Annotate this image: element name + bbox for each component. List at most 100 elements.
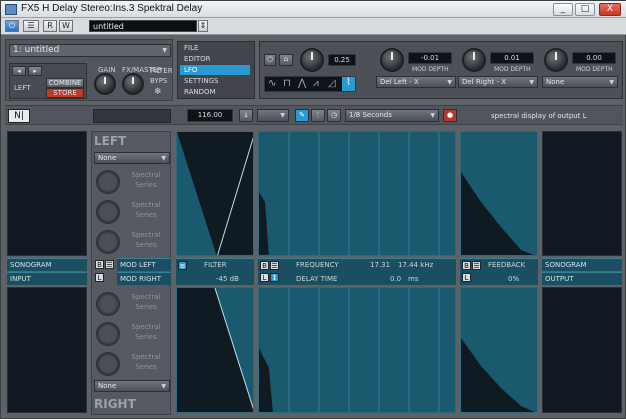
preset-name-field[interactable]: untitled	[89, 20, 197, 32]
write-button[interactable]: W	[59, 20, 73, 32]
feedback-strip: B ☰ L FEEDBACK 0%	[460, 258, 538, 285]
lfo-rate-value[interactable]: 0.25	[328, 54, 356, 66]
minimize-button[interactable]: _	[553, 3, 573, 16]
alert-icon[interactable]: ●	[443, 109, 457, 122]
host-toolbar: ⏻ ☰ R W untitled ⇕	[1, 18, 626, 35]
menu-icon[interactable]: ☰	[23, 20, 39, 32]
preset-panel: 1: untitled ◂ ▸ COMBINE STORE LEFT GAIN …	[5, 39, 173, 101]
wave-triangle-icon[interactable]: ⋀	[298, 78, 306, 89]
mod-b-destination[interactable]: Del Right - X	[458, 76, 538, 88]
freq-l-toggle[interactable]: L	[260, 273, 269, 282]
delay-spectrum-bottom[interactable]	[258, 287, 456, 413]
mod-menu-icon[interactable]: ☰	[105, 260, 114, 269]
left-slot-3-knob[interactable]	[96, 230, 120, 254]
right-slot-3-label: Spectral Series	[131, 353, 161, 371]
read-button[interactable]: R	[43, 20, 57, 32]
arrow-right-button[interactable]: ▸	[28, 66, 42, 76]
mod-a-value[interactable]: -0.01	[408, 52, 452, 64]
close-button[interactable]: X	[599, 3, 621, 16]
wave-saw-icon[interactable]: ⩘	[313, 78, 319, 89]
filter-graph-bottom[interactable]	[176, 287, 254, 413]
filter-curve-top	[177, 132, 253, 255]
feedback-value: 0%	[508, 275, 520, 283]
filter-toggle-icon[interactable]: ≡	[178, 261, 187, 270]
lfo-sync-icon[interactable]: ⌂	[279, 54, 293, 66]
menu-item-settings[interactable]: SETTINGS	[180, 76, 250, 87]
output-label: OUTPUT	[542, 272, 622, 285]
menu-item-lfo[interactable]: LFO	[180, 65, 250, 76]
plugin-window: FX5 H Delay Stereo:Ins.3 Spektral Delay …	[0, 0, 626, 419]
left-slot-3-label: Spectral Series	[131, 231, 161, 249]
pencil-icon[interactable]: ✎	[295, 109, 309, 122]
mod-c-knob[interactable]	[544, 48, 568, 72]
combine-button[interactable]: COMBINE	[46, 78, 84, 88]
mod-b-value[interactable]: 0.01	[490, 52, 534, 64]
maximize-button[interactable]: □	[575, 3, 595, 16]
section-menu: FILE EDITOR LFO SETTINGS RANDOM	[177, 41, 255, 99]
filter-curve-bottom	[177, 288, 253, 412]
left-slot-1-label: Spectral Series	[131, 171, 161, 189]
left-slot-2-label: Spectral Series	[131, 201, 161, 219]
gain-knob[interactable]	[94, 73, 116, 95]
menu-item-editor[interactable]: EDITOR	[180, 54, 250, 65]
bypass-toggle-label: BYPS	[150, 77, 168, 85]
preset-select[interactable]: 1: untitled	[9, 44, 171, 57]
arrow-left-button[interactable]: ◂	[12, 66, 26, 76]
mod-b-knob[interactable]	[462, 48, 486, 72]
frequency-high-value: 17.44 kHz	[398, 261, 434, 269]
left-slot-dropdown[interactable]: None	[94, 152, 170, 164]
metronome-icon[interactable]: ⍋	[239, 109, 253, 122]
filter-graph-top[interactable]	[176, 131, 254, 256]
fb-l-toggle[interactable]: L	[462, 273, 471, 282]
wave-random-icon[interactable]: ⌇	[342, 77, 355, 91]
delay-time-label: DELAY TIME	[296, 275, 338, 283]
left-slot-1-knob[interactable]	[96, 170, 120, 194]
level-meter	[93, 109, 171, 123]
menu-item-random[interactable]: RANDOM	[180, 87, 250, 98]
snowflake-icon[interactable]: ❄	[154, 87, 162, 97]
combine-small-label: LEFT	[14, 84, 31, 92]
delay-spectrum-top[interactable]	[258, 131, 456, 256]
mod-a-destination[interactable]: Del Left - X	[376, 76, 456, 88]
ni-logo: N|	[8, 109, 30, 123]
preset-browse-icon[interactable]: ⇕	[198, 20, 208, 32]
wave-ramp-icon[interactable]: ◿	[328, 78, 336, 89]
feedback-graph-bottom[interactable]	[460, 287, 538, 413]
fb-menu-icon[interactable]: ☰	[472, 261, 481, 270]
fx-master-knob[interactable]	[122, 73, 144, 95]
combine-group: ◂ ▸ COMBINE STORE LEFT	[9, 63, 87, 99]
right-slot-dropdown[interactable]: None	[94, 380, 170, 392]
wave-square-icon[interactable]: ⊓	[283, 78, 291, 89]
wave-sine-icon[interactable]: ∿	[268, 78, 276, 89]
clock-icon[interactable]: ◷	[327, 109, 341, 122]
mod-b-label: MOD DEPTH	[494, 66, 531, 73]
lfo-rate-knob[interactable]	[300, 48, 324, 72]
mod-c-value[interactable]: 0.00	[572, 52, 616, 64]
menu-item-file[interactable]: FILE	[180, 43, 250, 54]
fb-b-toggle[interactable]: B	[462, 261, 471, 270]
mod-b-toggle[interactable]: B	[95, 260, 104, 269]
feedback-graph-top[interactable]	[460, 131, 538, 256]
time-division-dropdown[interactable]: 1/8 Seconds	[345, 109, 439, 122]
tempo-field[interactable]: 116.00	[187, 109, 233, 122]
left-slot-2-knob[interactable]	[96, 200, 120, 224]
sync-dropdown[interactable]	[257, 109, 289, 122]
mod-a-knob[interactable]	[380, 48, 404, 72]
power-button[interactable]: ⏻	[5, 20, 19, 32]
mod-left-label: MOD LEFT	[117, 258, 171, 271]
title-bar: FX5 H Delay Stereo:Ins.3 Spektral Delay …	[1, 1, 626, 18]
freq-menu-icon[interactable]: ☰	[270, 261, 279, 270]
store-button[interactable]: STORE	[46, 88, 84, 98]
mod-c-destination[interactable]: None	[542, 76, 618, 88]
frequency-low-value: 17.31	[370, 261, 391, 269]
freq-link-icon[interactable]: ↕	[270, 273, 279, 282]
right-slot-1-knob[interactable]	[96, 292, 120, 316]
lfo-on-button[interactable]: ○	[264, 54, 276, 66]
right-slot-3-knob[interactable]	[96, 352, 120, 376]
grid-icon[interactable]: ⋮	[311, 109, 325, 122]
freq-b-toggle[interactable]: B	[260, 261, 269, 270]
right-slot-2-label: Spectral Series	[131, 323, 161, 341]
mod-l-toggle[interactable]: L	[95, 273, 104, 282]
delay-grid-top	[259, 132, 440, 255]
right-slot-2-knob[interactable]	[96, 322, 120, 346]
